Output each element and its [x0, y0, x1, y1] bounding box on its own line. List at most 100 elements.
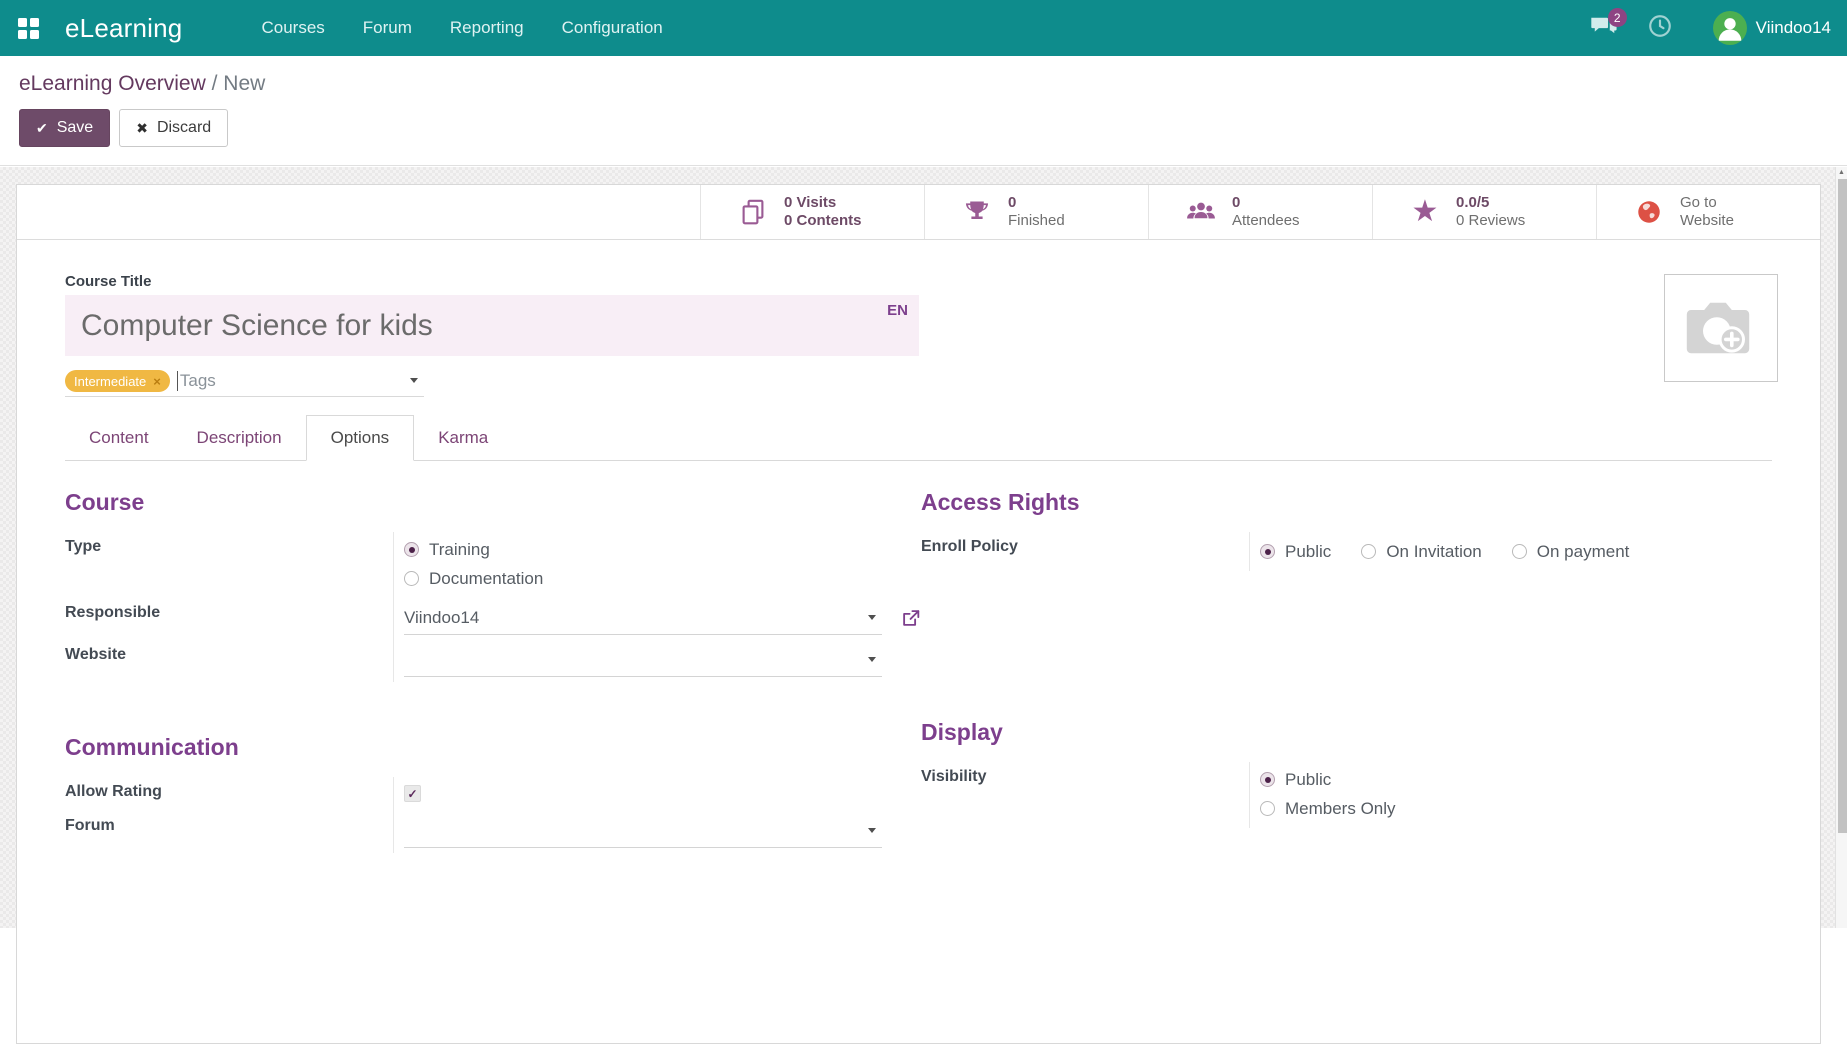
forum-label: Forum	[65, 811, 393, 853]
stat-attendees-value: 0	[1232, 194, 1300, 212]
radio-enroll-payment[interactable]: On payment	[1512, 537, 1630, 566]
stat-contents-value: 0 Contents	[784, 212, 862, 230]
responsible-label: Responsible	[65, 598, 393, 640]
stat-finished-value: 0	[1008, 194, 1065, 212]
radio-members-only-label: Members Only	[1285, 799, 1396, 819]
menu-courses[interactable]: Courses	[242, 0, 343, 56]
section-heading-communication: Communication	[65, 734, 901, 761]
course-image-upload[interactable]	[1664, 274, 1778, 382]
save-button[interactable]: ✔ Save	[19, 109, 110, 147]
breadcrumb: eLearning Overview / New	[19, 72, 1847, 96]
form-tabs: Content Description Options Karma	[65, 415, 1772, 461]
radio-visibility-public[interactable]: Public	[1260, 765, 1772, 794]
chevron-down-icon[interactable]	[868, 828, 876, 833]
radio-icon[interactable]	[1361, 544, 1376, 559]
vertical-scrollbar[interactable]: ▲	[1835, 167, 1847, 928]
discard-button[interactable]: ✖ Discard	[119, 109, 228, 147]
user-avatar[interactable]	[1713, 11, 1747, 45]
app-brand[interactable]: eLearning	[65, 13, 182, 44]
activities-button[interactable]	[1647, 13, 1673, 44]
discard-button-label: Discard	[157, 119, 211, 137]
allow-rating-checkbox[interactable]: ✓	[404, 785, 421, 802]
radio-icon[interactable]	[1260, 772, 1275, 787]
person-icon	[1713, 11, 1747, 45]
save-button-label: Save	[57, 119, 93, 137]
check-icon: ✔	[36, 120, 48, 137]
stat-button-contents[interactable]: 0 Visits 0 Contents	[700, 185, 924, 239]
go-to-website-line1: Go to	[1680, 194, 1734, 212]
website-label: Website	[65, 640, 393, 682]
scroll-up-arrow[interactable]: ▲	[1836, 169, 1847, 176]
field-responsible: Responsible Viindoo14	[65, 598, 901, 640]
apps-menu-icon[interactable]	[18, 18, 39, 39]
radio-enroll-invitation-label: On Invitation	[1386, 542, 1481, 562]
go-to-website-button[interactable]: Go to Website	[1596, 185, 1820, 239]
radio-icon[interactable]	[1260, 801, 1275, 816]
star-icon: ★	[1409, 197, 1441, 227]
stat-button-reviews[interactable]: ★ 0.0/5 0 Reviews	[1372, 185, 1596, 239]
radio-icon[interactable]	[404, 542, 419, 557]
group-icon	[1185, 197, 1217, 227]
visibility-label: Visibility	[921, 762, 1249, 828]
radio-documentation[interactable]: Documentation	[404, 564, 901, 593]
section-heading-access-rights: Access Rights	[921, 489, 1772, 516]
course-title-input[interactable]	[65, 295, 919, 356]
radio-documentation-label: Documentation	[429, 569, 543, 589]
tag-intermediate[interactable]: Intermediate ×	[65, 370, 170, 392]
main-menu: Courses Forum Reporting Configuration	[242, 0, 681, 56]
form-action-buttons: ✔ Save ✖ Discard	[19, 109, 1847, 147]
pages-icon	[737, 197, 769, 227]
stat-button-bar: 0 Visits 0 Contents 0 Finished	[17, 185, 1820, 240]
section-heading-display: Display	[921, 719, 1772, 746]
tab-karma[interactable]: Karma	[414, 416, 512, 460]
radio-enroll-public[interactable]: Public	[1260, 537, 1331, 566]
external-link-icon[interactable]	[900, 607, 922, 629]
go-to-website-line2: Website	[1680, 212, 1734, 230]
radio-enroll-payment-label: On payment	[1537, 542, 1630, 562]
tab-content[interactable]: Content	[65, 416, 173, 460]
chevron-down-icon[interactable]	[868, 615, 876, 620]
tag-remove-icon[interactable]: ×	[153, 374, 161, 389]
form-view-background: 0 Visits 0 Contents 0 Finished	[0, 167, 1835, 928]
chat-bubbles-icon	[1589, 28, 1619, 45]
chevron-down-icon[interactable]	[410, 378, 418, 383]
radio-training[interactable]: Training	[404, 535, 901, 564]
tab-options[interactable]: Options	[306, 415, 415, 461]
radio-icon[interactable]	[1512, 544, 1527, 559]
top-navbar: eLearning Courses Forum Reporting Config…	[0, 0, 1847, 56]
section-heading-course: Course	[65, 489, 901, 516]
stat-button-finished[interactable]: 0 Finished	[924, 185, 1148, 239]
menu-reporting[interactable]: Reporting	[431, 0, 543, 56]
form-sheet: 0 Visits 0 Contents 0 Finished	[16, 184, 1821, 1044]
field-forum: Forum	[65, 811, 901, 853]
language-badge[interactable]: EN	[887, 302, 908, 319]
responsible-dropdown[interactable]: Viindoo14	[404, 601, 882, 635]
radio-members-only[interactable]: Members Only	[1260, 794, 1772, 823]
menu-forum[interactable]: Forum	[344, 0, 431, 56]
radio-icon[interactable]	[404, 571, 419, 586]
control-panel: eLearning Overview / New ✔ Save ✖ Discar…	[0, 56, 1847, 166]
tag-label: Intermediate	[74, 374, 146, 389]
stat-button-attendees[interactable]: 0 Attendees	[1148, 185, 1372, 239]
forum-dropdown[interactable]	[404, 814, 882, 848]
breadcrumb-parent-link[interactable]: eLearning Overview	[19, 72, 206, 95]
tags-field[interactable]: Intermediate × Tags	[65, 366, 424, 397]
user-menu[interactable]: Viindoo14	[1756, 18, 1831, 38]
course-title-label: Course Title	[65, 273, 1772, 290]
chevron-down-icon[interactable]	[868, 657, 876, 662]
enroll-policy-label: Enroll Policy	[921, 532, 1249, 571]
tab-description[interactable]: Description	[173, 416, 306, 460]
field-visibility: Visibility Public Members Only	[921, 762, 1772, 828]
messages-button[interactable]: 2	[1589, 13, 1623, 43]
radio-icon[interactable]	[1260, 544, 1275, 559]
field-type: Type Training Documentation	[65, 532, 901, 598]
globe-icon	[1633, 198, 1665, 226]
menu-configuration[interactable]: Configuration	[543, 0, 682, 56]
radio-enroll-invitation[interactable]: On Invitation	[1361, 537, 1481, 566]
messages-count-badge: 2	[1608, 8, 1627, 27]
website-dropdown[interactable]	[404, 643, 882, 677]
breadcrumb-separator: /	[212, 72, 218, 95]
stat-finished-label: Finished	[1008, 212, 1065, 230]
scrollbar-thumb[interactable]	[1838, 179, 1847, 833]
trophy-icon	[961, 198, 993, 226]
